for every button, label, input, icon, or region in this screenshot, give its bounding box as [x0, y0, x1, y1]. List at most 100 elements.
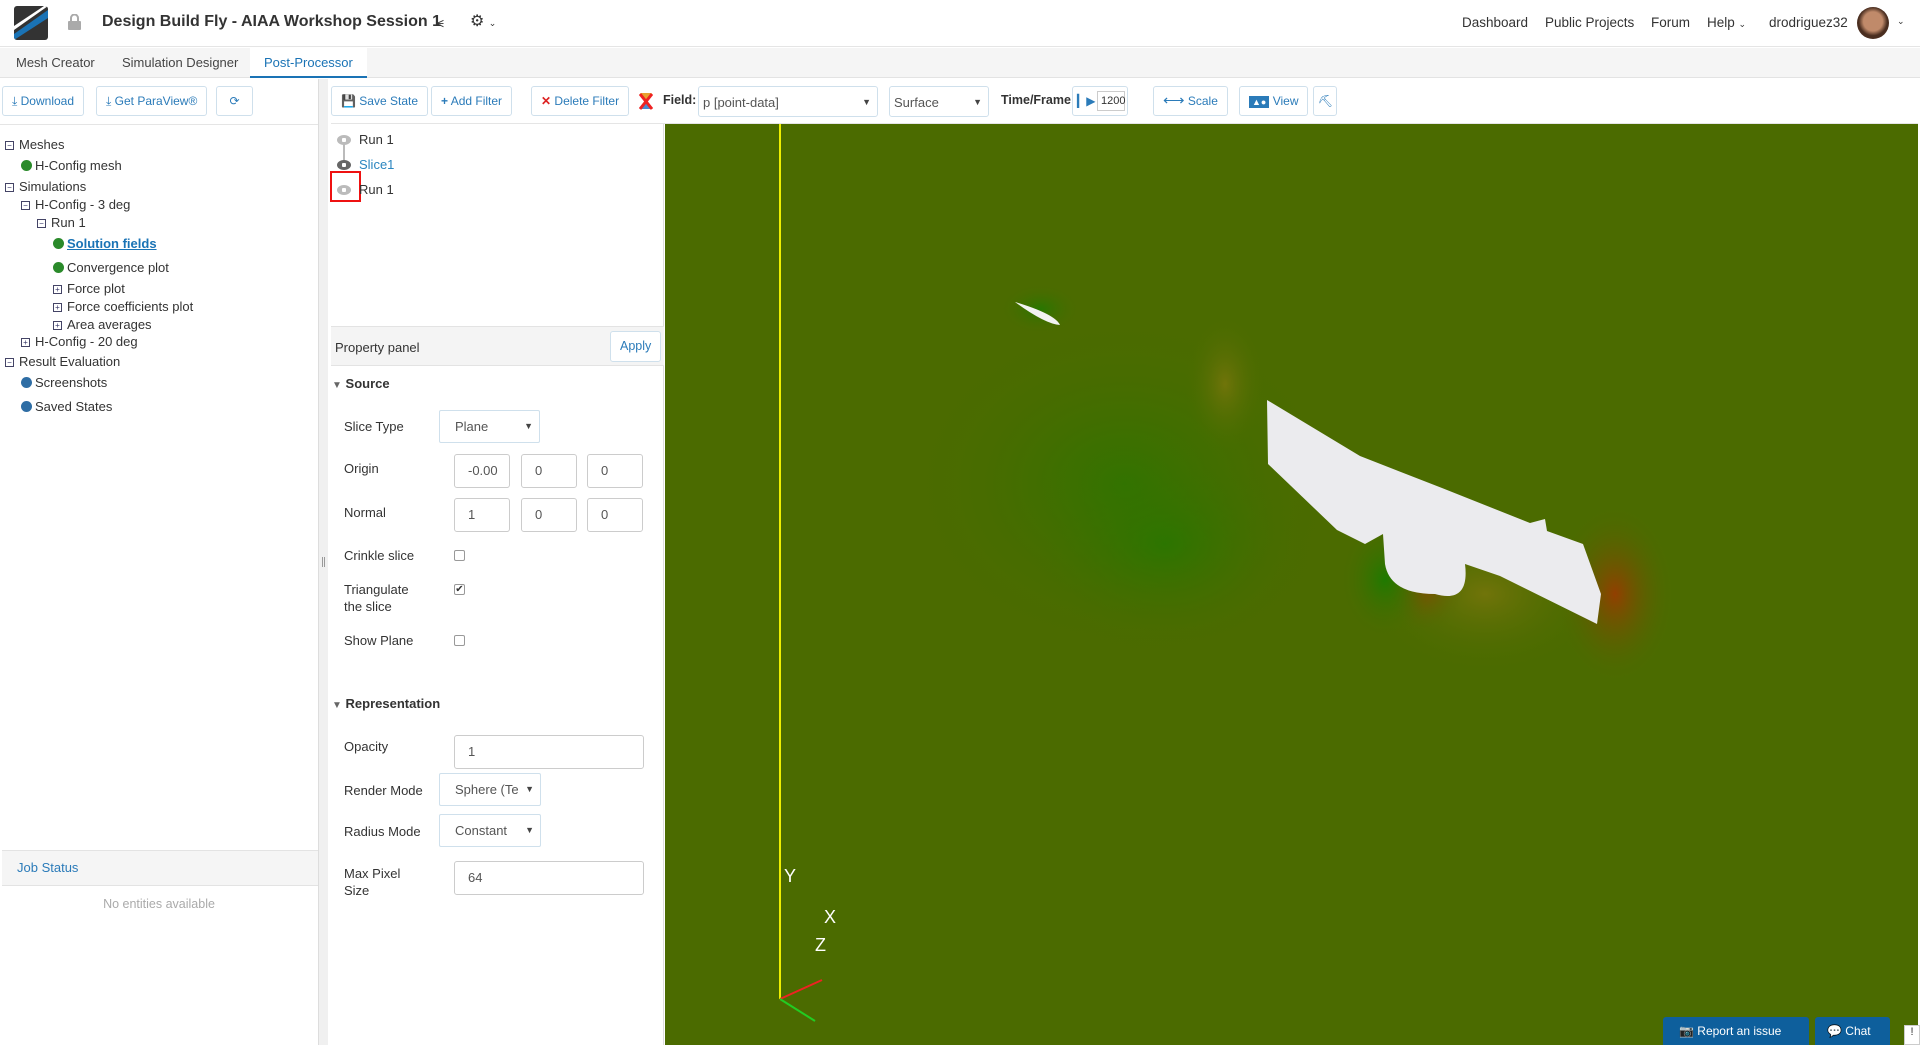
tree-label: H-Config - 20 deg	[35, 334, 138, 349]
tree-label: Area averages	[67, 317, 152, 332]
tree-sim-3deg[interactable]: − H-Config - 3 deg	[21, 197, 130, 212]
tree-result-evaluation[interactable]: − Result Evaluation	[5, 354, 120, 369]
username[interactable]: drodriguez32	[1769, 15, 1848, 30]
tab-simulation-designer[interactable]: Simulation Designer	[108, 48, 252, 78]
nav-dashboard[interactable]: Dashboard	[1462, 15, 1528, 30]
left-panel: ⤓ Download ⤓ Get ParaView® ⟳ − Meshes H-C…	[0, 79, 319, 1045]
tree-force-plot[interactable]: + Force plot	[53, 281, 125, 296]
normal-z-input[interactable]: 0	[587, 498, 643, 532]
triangulate-checkbox[interactable]: ✔	[454, 584, 465, 595]
representation-select[interactable]: Surface ▼	[889, 86, 989, 117]
save-state-label: Save State	[359, 94, 419, 108]
circle-icon	[21, 377, 32, 388]
save-state-button[interactable]: 💾 Save State	[331, 86, 429, 116]
view-button[interactable]: ▲● View	[1239, 86, 1309, 116]
opacity-input[interactable]: 1	[454, 735, 644, 769]
tab-mesh-creator[interactable]: Mesh Creator	[2, 48, 109, 78]
dropdown-arrow-icon: ▼	[862, 97, 871, 107]
chat-button[interactable]: 💬 Chat	[1815, 1017, 1890, 1045]
tool-icon: ⛏	[1318, 94, 1334, 108]
time-frame-control[interactable]: ▎▶ 1200	[1072, 86, 1128, 116]
share-icon[interactable]: ⪪	[436, 14, 444, 31]
screenshot-tool-button[interactable]: ⛏	[1313, 86, 1337, 116]
eye-icon[interactable]	[337, 185, 351, 195]
render-mode-select[interactable]: Sphere (Te ▼	[439, 773, 541, 806]
tree-meshes[interactable]: − Meshes	[5, 137, 65, 152]
3d-viewport[interactable]: Y X Z	[665, 124, 1918, 1045]
tree-solution-fields[interactable]: Solution fields	[53, 236, 157, 251]
crinkle-checkbox[interactable]	[454, 550, 465, 561]
radius-mode-value: Constant	[455, 823, 508, 838]
delete-filter-button[interactable]: ✕ Delete Filter	[531, 86, 630, 116]
source-section-toggle[interactable]: ▼ Source	[332, 375, 390, 394]
tree-force-coefficients-plot[interactable]: + Force coefficients plot	[53, 299, 193, 314]
representation-section-toggle[interactable]: ▼ Representation	[332, 695, 440, 714]
max-pixel-size-input[interactable]: 64	[454, 861, 644, 895]
gear-icon[interactable]: ⚙ ⌄	[470, 11, 496, 31]
triangulate-label: Triangulate the slice	[344, 582, 409, 614]
render-mode-label: Render Mode	[344, 783, 423, 798]
render-mode-value: Sphere (Te	[455, 782, 519, 797]
tree-run-1[interactable]: − Run 1	[37, 215, 86, 230]
add-filter-label: Add Filter	[450, 94, 503, 108]
time-frame-input[interactable]: 1200	[1097, 91, 1125, 111]
normal-x-input[interactable]: 1	[454, 498, 510, 532]
report-issue-button[interactable]: 📷 Report an issue	[1663, 1017, 1809, 1045]
scale-button[interactable]: ⟷ Scale	[1153, 86, 1228, 116]
feedback-tab[interactable]: !	[1904, 1025, 1920, 1045]
tree-mesh-hconfig[interactable]: H-Config mesh	[21, 158, 122, 173]
lock-icon	[68, 13, 81, 30]
dropdown-arrow-icon: ▼	[525, 825, 534, 835]
tree-convergence-plot[interactable]: Convergence plot	[53, 260, 169, 275]
add-filter-button[interactable]: + Add Filter	[431, 86, 513, 116]
clear-filter-icon[interactable]	[638, 92, 654, 110]
refresh-button[interactable]: ⟳	[216, 86, 253, 116]
opacity-label: Opacity	[344, 739, 389, 754]
eye-icon[interactable]	[337, 135, 351, 145]
eye-icon[interactable]	[337, 160, 351, 170]
tree-saved-states[interactable]: Saved States	[21, 399, 112, 414]
slice-type-select[interactable]: Plane ▼	[439, 410, 540, 443]
origin-x-input[interactable]: -0.00	[454, 454, 510, 488]
play-icon[interactable]: ▎▶	[1077, 94, 1095, 108]
tree-label: Saved States	[35, 399, 113, 414]
expand-icon: +	[53, 303, 62, 312]
axes-triad-icon: Y X Z	[779, 124, 836, 1022]
nav-help[interactable]: Help ⌄	[1707, 15, 1746, 30]
get-paraview-button[interactable]: ⤓ Get ParaView®	[96, 86, 208, 116]
project-title: Design Build Fly - AIAA Workshop Session…	[102, 13, 442, 30]
normal-y-input[interactable]: 0	[521, 498, 577, 532]
nav-forum[interactable]: Forum	[1651, 15, 1690, 30]
tree-label: Force plot	[67, 281, 125, 296]
property-panel-header: Property panel Apply	[331, 326, 664, 366]
tree-screenshots[interactable]: Screenshots	[21, 375, 107, 390]
simscale-logo[interactable]	[14, 6, 48, 40]
show-plane-checkbox[interactable]	[454, 635, 465, 646]
pipeline-item-slice1[interactable]: Slice1	[359, 156, 394, 173]
panel-splitter[interactable]	[319, 79, 328, 1045]
origin-z-input[interactable]: 0	[587, 454, 643, 488]
download-button[interactable]: ⤓ Download	[2, 86, 85, 116]
slice-type-value: Plane	[455, 419, 489, 434]
tree-simulations[interactable]: − Simulations	[5, 179, 86, 194]
pipeline-panel: Run 1 Slice1 Run 1 Property panel Apply …	[328, 124, 664, 1045]
tree-label: H-Config mesh	[35, 158, 122, 173]
x-icon: ✕	[541, 94, 552, 108]
tab-post-processor[interactable]: Post-Processor	[250, 48, 367, 78]
expand-icon: +	[53, 321, 62, 330]
nav-public-projects[interactable]: Public Projects	[1545, 15, 1634, 30]
chevron-down-icon[interactable]: ⌄	[1897, 16, 1905, 27]
origin-y-input[interactable]: 0	[521, 454, 577, 488]
radius-mode-label: Radius Mode	[344, 824, 421, 839]
avatar[interactable]	[1857, 7, 1889, 39]
paraview-label: Get ParaView®	[114, 94, 198, 108]
radius-mode-select[interactable]: Constant ▼	[439, 814, 541, 847]
tree-area-averages[interactable]: + Area averages	[53, 317, 152, 332]
pipeline-item-run1-b[interactable]: Run 1	[359, 181, 394, 198]
tree-sim-20deg[interactable]: + H-Config - 20 deg	[21, 334, 138, 349]
apply-button[interactable]: Apply	[610, 331, 662, 362]
pipeline-item-run1[interactable]: Run 1	[359, 131, 394, 148]
field-select[interactable]: p [point-data] ▼	[698, 86, 878, 117]
expand-icon: +	[53, 285, 62, 294]
chat-bubble-icon: 💬	[1827, 1024, 1842, 1038]
